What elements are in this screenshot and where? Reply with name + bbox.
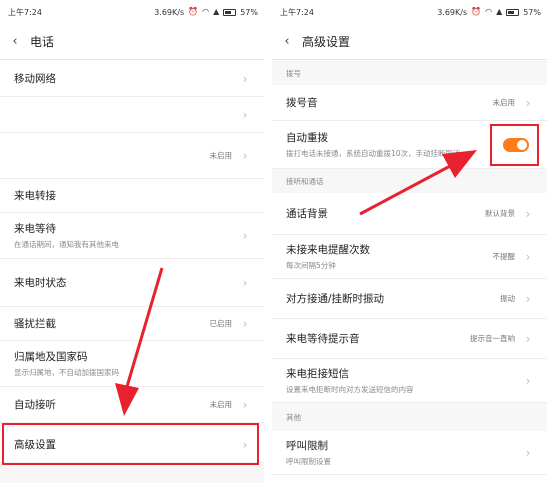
section-header-calls: 接听和通话 <box>272 169 547 193</box>
chevron-right-icon: › <box>525 445 531 460</box>
row-subtitle: 每次间隔5分钟 <box>286 261 336 270</box>
row-obscured-status[interactable]: 未启用 › <box>0 133 264 179</box>
row-subtitle: 显示归属地，不自动加拨国家码 <box>14 368 119 377</box>
status-time: 上午7:24 <box>280 7 314 17</box>
back-arrow-icon[interactable]: ‹ <box>278 33 296 51</box>
row-label: 来电等待 <box>14 223 56 235</box>
row-missed-call-reminder[interactable]: 未接来电提醒次数 每次间隔5分钟 不提醒 › <box>272 235 547 279</box>
row-value: 默认背景 <box>485 209 515 218</box>
network-speed: 3.69K/s <box>437 7 468 17</box>
right-phone-screen: 上午7:24 3.69K/s ⏰ ◠ ▲ 57% ‹ 高级设置 拨号 拨号音 未… <box>272 0 547 483</box>
alarm-icon: ⏰ <box>188 7 199 16</box>
row-label: 拨号音 <box>286 97 318 109</box>
row-vibrate-on-connect[interactable]: 对方接通/挂断时振动 振动 › <box>272 279 547 319</box>
left-phone-screen: 上午7:24 3.69K/s ⏰ ◠ ▲ 57% ‹ 电话 移动网络 › › 未… <box>0 0 264 483</box>
row-subtitle: 拨打电话未接通，系统自动重拨10次，手动挂断取消 <box>286 149 461 158</box>
chevron-right-icon: › <box>525 373 531 388</box>
row-mobile-network[interactable]: 移动网络 › <box>0 61 264 97</box>
chevron-right-icon: › <box>525 331 531 346</box>
page-title: 电话 <box>30 35 55 49</box>
section-header-other: 其他 <box>272 403 547 431</box>
signal-icon: ▲ <box>496 7 503 16</box>
row-subtitle: 呼叫限制设置 <box>286 457 331 466</box>
chevron-right-icon: › <box>242 275 248 290</box>
back-arrow-icon[interactable]: ‹ <box>6 33 24 51</box>
row-label: 自动重拨 <box>286 132 328 144</box>
row-value: 振动 <box>500 294 515 303</box>
bottom-band <box>0 463 264 483</box>
battery-icon <box>506 8 520 16</box>
chevron-right-icon: › <box>242 148 248 163</box>
battery-level: 57% <box>523 7 541 17</box>
title-bar: ‹ 电话 <box>0 24 264 60</box>
section-header-dial: 拨号 <box>272 61 547 85</box>
row-location-country-code[interactable]: 归属地及国家码 显示归属地，不自动加拨国家码 <box>0 341 264 387</box>
row-incoming-call-state[interactable]: 来电时状态 › <box>0 259 264 307</box>
row-label: 通话背景 <box>286 208 328 220</box>
row-label: 来电等待提示音 <box>286 333 360 345</box>
row-value: 未启用 <box>492 98 516 107</box>
battery-level: 57% <box>240 7 258 17</box>
row-call-waiting-tone[interactable]: 来电等待提示音 提示音一直响 › <box>272 319 547 359</box>
row-label: 来电时状态 <box>14 277 67 289</box>
chevron-right-icon: › <box>525 206 531 221</box>
alarm-icon: ⏰ <box>471 7 482 16</box>
row-label: 来电拒接短信 <box>286 368 349 380</box>
row-call-restriction[interactable]: 呼叫限制 呼叫限制设置 › <box>272 431 547 475</box>
highlight-box <box>2 423 259 465</box>
row-call-waiting[interactable]: 来电等待 在通话期间，通知我有其他来电 › <box>0 213 264 259</box>
divider-gap <box>264 0 272 483</box>
row-auto-answer[interactable]: 自动接听 未启用 › <box>0 387 264 423</box>
row-obscured[interactable]: › <box>0 97 264 133</box>
page-title: 高级设置 <box>302 35 351 49</box>
row-value: 未启用 <box>209 151 233 160</box>
chevron-right-icon: › <box>242 71 248 86</box>
row-call-background[interactable]: 通话背景 默认背景 › <box>272 193 547 235</box>
chevron-right-icon: › <box>242 228 248 243</box>
row-value: 提示音一直响 <box>470 334 515 343</box>
wifi-icon: ◠ <box>485 7 493 16</box>
signal-icon: ▲ <box>213 7 220 16</box>
row-label: 自动接听 <box>14 399 56 411</box>
chevron-right-icon: › <box>525 95 531 110</box>
chevron-right-icon: › <box>242 107 248 122</box>
row-label: 移动网络 <box>14 73 56 85</box>
row-label: 归属地及国家码 <box>14 351 88 363</box>
row-label: 对方接通/挂断时振动 <box>286 293 385 305</box>
row-label: 呼叫限制 <box>286 440 328 452</box>
row-label: 未接来电提醒次数 <box>286 244 370 256</box>
row-value: 已启用 <box>209 319 233 328</box>
row-subtitle: 设置来电拒断时向对方发送短信的内容 <box>286 385 414 394</box>
status-bar: 上午7:24 3.69K/s ⏰ ◠ ▲ 57% <box>272 0 547 24</box>
chevron-right-icon: › <box>242 316 248 331</box>
title-bar: ‹ 高级设置 <box>272 24 547 60</box>
row-dial-tone[interactable]: 拨号音 未启用 › <box>272 85 547 121</box>
row-label: 骚扰拦截 <box>14 318 56 330</box>
row-label: 来电转接 <box>14 190 56 202</box>
row-call-forwarding[interactable]: 来电转接 <box>0 179 264 213</box>
status-time: 上午7:24 <box>8 7 42 17</box>
chevron-right-icon: › <box>242 397 248 412</box>
chevron-right-icon: › <box>525 249 531 264</box>
battery-icon <box>223 8 237 16</box>
status-bar: 上午7:24 3.69K/s ⏰ ◠ ▲ 57% <box>0 0 264 24</box>
row-value: 不提醒 <box>492 252 516 261</box>
network-speed: 3.69K/s <box>154 7 185 17</box>
chevron-right-icon: › <box>525 291 531 306</box>
wifi-icon: ◠ <box>202 7 210 16</box>
row-value: 未启用 <box>209 400 233 409</box>
row-subtitle: 在通话期间，通知我有其他来电 <box>14 240 119 249</box>
row-harassment-block[interactable]: 骚扰拦截 已启用 › <box>0 307 264 341</box>
row-reject-sms[interactable]: 来电拒接短信 设置来电拒断时向对方发送短信的内容 › <box>272 359 547 403</box>
highlight-box <box>490 124 539 166</box>
